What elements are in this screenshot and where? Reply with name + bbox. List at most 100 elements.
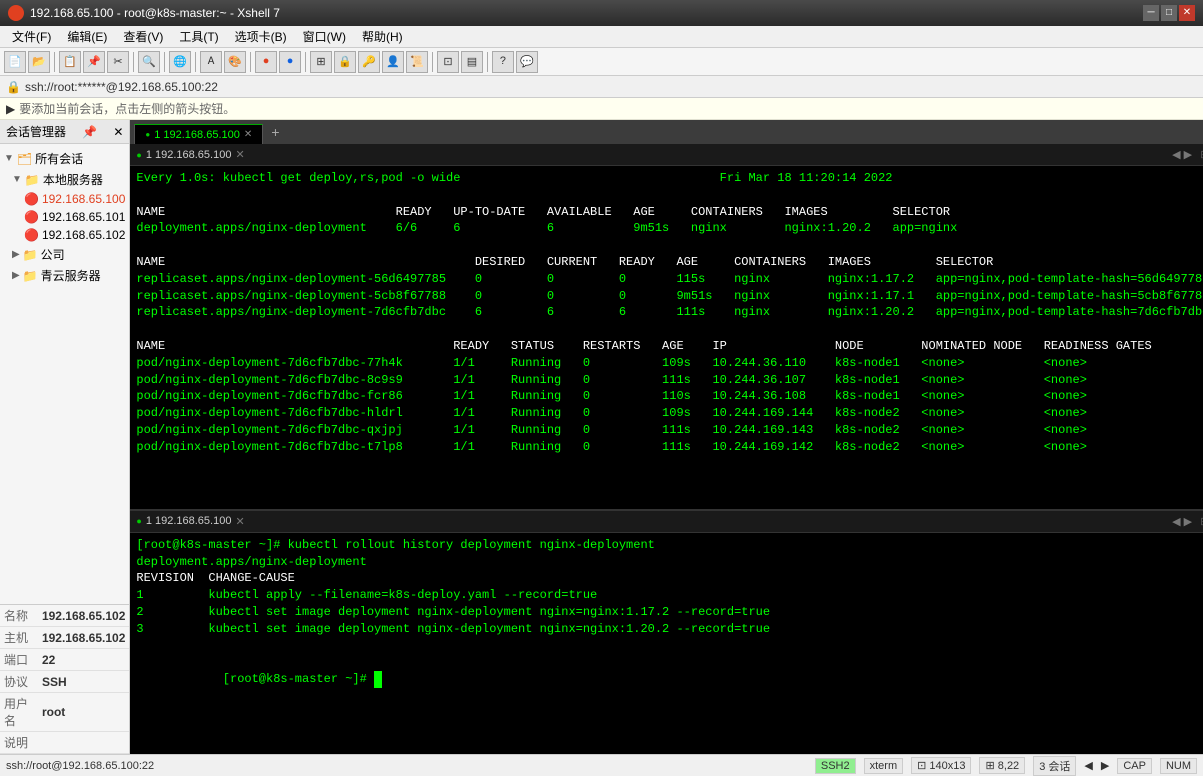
tab-add-button[interactable]: + [265,124,285,144]
term-line-1 [136,187,1203,204]
folder-icon-local: 📁 [25,173,40,187]
tree-arrow-local: ▼ [12,174,22,185]
sessions-next-button[interactable]: ▶ [1101,759,1109,772]
hint-bar: ▶ 要添加当前会话，点击左侧的箭头按钮。 [0,98,1203,120]
paste-button[interactable]: 📌 [83,51,105,73]
si-name-label: 名称 [0,605,38,627]
tree-item-label-102: 192.168.65.102 [42,228,125,242]
si-host-label: 主机 [0,627,38,649]
status-badge-num: NUM [1160,758,1197,774]
title-bar: 192.168.65.100 - root@k8s-master:~ - Xsh… [0,0,1203,26]
tab-label: 1 192.168.65.100 [154,129,240,141]
si-protocol-label: 协议 [0,671,38,693]
close-button[interactable]: ✕ [1179,5,1195,21]
status-badge-cap: CAP [1117,758,1152,774]
tab-close[interactable]: ✕ [244,129,252,140]
term-line-4 [136,237,1203,254]
sidebar-close-icon[interactable]: ✕ [113,125,123,139]
folder-icon: 🗂 [17,152,32,166]
terminal-bottom-pane[interactable]: ● 1 192.168.65.100 ✕ ◀ ▶ ⊟ [root@k8s-mas… [130,511,1203,754]
hint-arrow[interactable]: ▶ [6,102,15,116]
main-layout: 会话管理器 📌 ✕ ▼ 🗂 所有会话 ▼ 📁 本地服务器 🔴 192.168.6… [0,120,1203,754]
window-controls[interactable]: ─ □ ✕ [1143,5,1195,21]
globe-button[interactable]: 🌐 [169,51,191,73]
sidebar-item-server-101[interactable]: 🔴 192.168.65.101 [0,208,129,226]
sidebar-pin-icon[interactable]: 📌 [82,125,97,139]
minimize-button[interactable]: ─ [1143,5,1159,21]
top-pane-nav[interactable]: ◀ ▶ [1172,148,1192,161]
sidebar-title: 会话管理器 [6,123,66,140]
term-line-8: replicaset.apps/nginx-deployment-7d6cfb7… [136,304,1203,321]
top-pane-dot: ● [136,150,141,160]
cursor [374,671,382,688]
color-button[interactable]: 🎨 [224,51,246,73]
status-badge-ssh2: SSH2 [815,758,856,774]
menu-file[interactable]: 文件(F) [4,26,59,47]
status-left-text: ssh://root@192.168.65.100:22 [6,760,807,772]
bterm-line-7: [root@k8s-master ~]# [136,654,1203,704]
new-session-button[interactable]: 📄 [4,51,26,73]
sidebar-item-company[interactable]: ▶ 📁 公司 [0,244,129,265]
help-button[interactable]: ? [492,51,514,73]
bottom-pane-close[interactable]: ✕ [235,515,244,528]
bottom-pane-nav[interactable]: ◀ ▶ [1172,515,1192,528]
bottom-pane-title: 1 192.168.65.100 [146,515,232,527]
sidebar-item-all-sessions[interactable]: ▼ 🗂 所有会话 [0,148,129,169]
terminal-area: ● 1 192.168.65.100 ✕ + ● 1 192.168.65.10… [130,120,1203,754]
tree-item-label-qingyun: 青云服务器 [41,267,101,284]
menu-tools[interactable]: 工具(T) [171,26,226,47]
expand-button[interactable]: ⊞ [310,51,332,73]
open-button[interactable]: 📂 [28,51,50,73]
tab-bar: ● 1 192.168.65.100 ✕ + [130,120,1203,144]
menu-tabs[interactable]: 选项卡(B) [227,26,295,47]
cut-button[interactable]: ✂ [107,51,129,73]
server-icon-100: 🔴 [24,192,39,206]
terminal-top-content[interactable]: Every 1.0s: kubectl get deploy,rs,pod -o… [130,166,1203,509]
script-button[interactable]: 📜 [406,51,428,73]
si-port-label: 端口 [0,649,38,671]
tree-item-label-local: 本地服务器 [43,171,103,188]
font-button[interactable]: A [200,51,222,73]
search-button[interactable]: 🔍 [138,51,160,73]
server-icon-101: 🔴 [24,210,39,224]
terminal-top-pane[interactable]: ● 1 192.168.65.100 ✕ ◀ ▶ ⊟ Every 1.0s: k… [130,144,1203,511]
sessions-prev-button[interactable]: ◀ [1084,759,1092,772]
term-line-12: pod/nginx-deployment-7d6cfb7dbc-8c9s9 1/… [136,372,1203,389]
bterm-line-5: 3 kubectl set image deployment nginx-dep… [136,621,1203,638]
tab-0[interactable]: ● 1 192.168.65.100 ✕ [134,124,263,144]
si-desc-label: 说明 [0,732,38,754]
terminal-bottom-content[interactable]: [root@k8s-master ~]# kubectl rollout his… [130,533,1203,754]
sidebar-item-server-102[interactable]: 🔴 192.168.65.102 [0,226,129,244]
top-pane-close[interactable]: ✕ [235,148,244,161]
si-host-val: 192.168.65.102 [38,627,129,649]
sidebar-item-qingyun[interactable]: ▶ 📁 青云服务器 [0,265,129,286]
menu-help[interactable]: 帮助(H) [354,26,411,47]
bterm-line-6 [136,638,1203,655]
lock-button[interactable]: 🔒 [334,51,356,73]
menu-window[interactable]: 窗口(W) [295,26,354,47]
bottom-pane-dot: ● [136,516,141,526]
sidebar-item-server-100[interactable]: 🔴 192.168.65.100 [0,190,129,208]
user-button[interactable]: 👤 [382,51,404,73]
red-icon-button[interactable]: ● [255,51,277,73]
si-port-val: 22 [38,649,129,671]
layout-button[interactable]: ▤ [461,51,483,73]
sidebar-item-local-servers[interactable]: ▼ 📁 本地服务器 [0,169,129,190]
tree-item-label-company: 公司 [41,246,65,263]
key-button[interactable]: 🔑 [358,51,380,73]
hint-text: 要添加当前会话，点击左侧的箭头按钮。 [19,100,235,117]
split-button[interactable]: ⊡ [437,51,459,73]
term-line-3: deployment.apps/nginx-deployment 6/6 6 6… [136,220,1203,237]
tree-item-label-100: 192.168.65.100 [42,192,125,206]
menu-edit[interactable]: 编辑(E) [59,26,115,47]
blue-icon-button[interactable]: ● [279,51,301,73]
term-line-10: NAME READY STATUS RESTARTS AGE IP NODE N… [136,338,1203,355]
bterm-line-1: deployment.apps/nginx-deployment [136,554,1203,571]
server-icon-102: 🔴 [24,228,39,242]
terminal-panes: ● 1 192.168.65.100 ✕ ◀ ▶ ⊟ Every 1.0s: k… [130,144,1203,754]
menu-view[interactable]: 查看(V) [115,26,171,47]
term-line-13: pod/nginx-deployment-7d6cfb7dbc-fcr86 1/… [136,388,1203,405]
maximize-button[interactable]: □ [1161,5,1177,21]
copy-button[interactable]: 📋 [59,51,81,73]
chat-button[interactable]: 💬 [516,51,538,73]
